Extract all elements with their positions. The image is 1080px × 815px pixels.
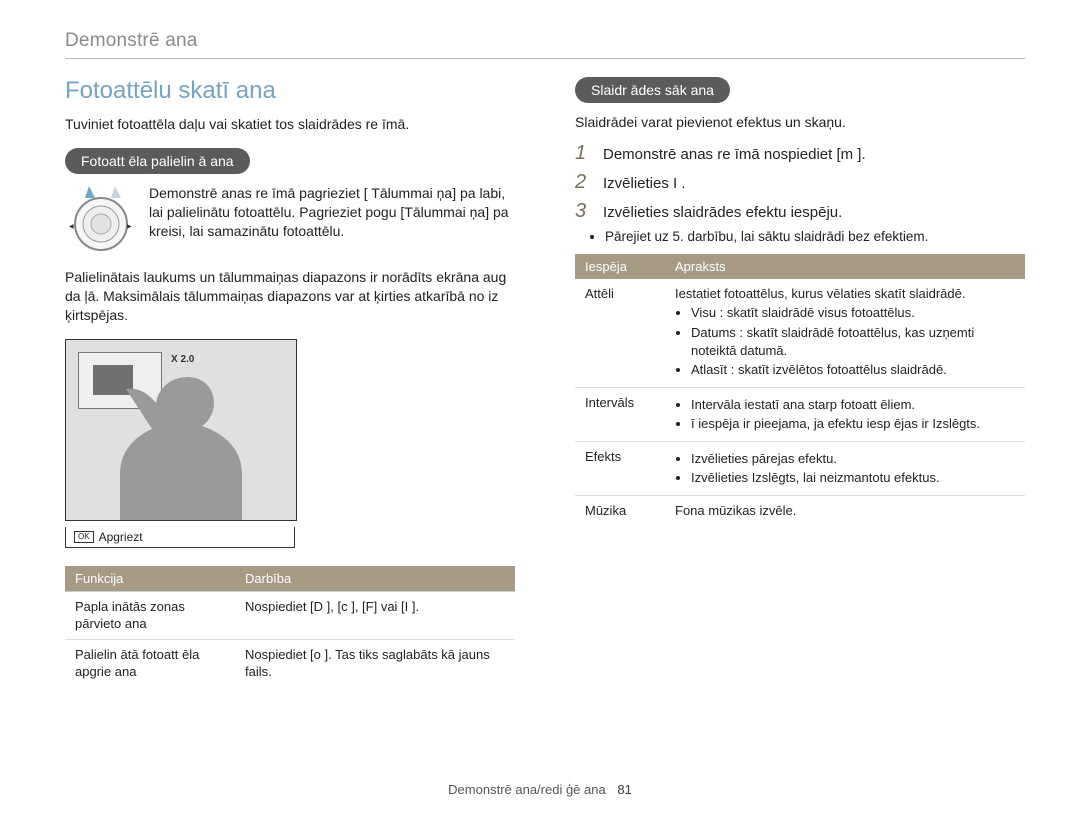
header-rule — [65, 58, 1025, 59]
section-title: Fotoattēlu skatī ana — [65, 77, 515, 105]
step-number: 1 — [575, 142, 589, 165]
cell-description: Fona mūzikas izvēle. — [665, 495, 1025, 525]
th-description: Apraksts — [665, 254, 1025, 279]
table-row: Palielin ātā fotoatt ēla apgrie ana Nosp… — [65, 639, 515, 687]
cell-function: Papla inātās zonas pārvieto ana — [65, 591, 235, 639]
slideshow-pill: Slaidr ādes sāk ana — [575, 77, 730, 103]
step-1: 1 Demonstrē anas re īmā nospiediet [m ]. — [575, 142, 1025, 165]
step-note: Pārejiet uz 5. darbību, lai sāktu slaidr… — [605, 229, 1025, 244]
cell-description: Izvēlieties pārejas efektu. Izvēlieties … — [665, 441, 1025, 495]
page-header: Demonstrē ana — [65, 30, 1025, 52]
page-footer: Demonstrē ana/redi ģē ana 81 — [0, 782, 1080, 797]
cell-description: Intervāla iestatī ana starp fotoatt ēlie… — [665, 387, 1025, 441]
step-text: Izvēlieties slaidrādes efektu iespēju. — [603, 202, 842, 223]
cell-option: Mūzika — [575, 495, 665, 525]
caption-text: Apgriezt — [99, 530, 143, 544]
table-row: Mūzika Fona mūzikas izvēle. — [575, 495, 1025, 525]
cell-action: Nospiediet [o ]. Tas tiks saglabāts kā j… — [235, 639, 515, 687]
function-table: Funkcija Darbība Papla inātās zonas pārv… — [65, 566, 515, 687]
table-row: Efekts Izvēlieties pārejas efektu. Izvēl… — [575, 441, 1025, 495]
cell-option: Efekts — [575, 441, 665, 495]
dial-instructions: Demonstrē anas re īmā pagrieziet [ Tālum… — [149, 184, 515, 241]
cell-option: Intervāls — [575, 387, 665, 441]
desc-lead: Fona mūzikas izvēle. — [675, 503, 796, 518]
th-function: Funkcija — [65, 566, 235, 592]
slideshow-intro: Slaidrādei varat pievienot efektus un sk… — [575, 113, 1025, 132]
step-number: 2 — [575, 171, 589, 194]
step-text: Izvēlieties I . — [603, 173, 686, 194]
zoom-indicator: X 2.0 — [171, 354, 194, 365]
preview-caption: OK Apgriezt — [65, 527, 295, 548]
intro-text: Tuviniet fotoattēla daļu vai skatiet tos… — [65, 115, 515, 134]
camera-dial-icon: ◀ ▶ — [65, 184, 137, 254]
left-column: Fotoattēlu skatī ana Tuviniet fotoattēla… — [65, 77, 515, 687]
right-column: Slaidr ādes sāk ana Slaidrādei varat pie… — [575, 77, 1025, 687]
list-item: Izvēlieties pārejas efektu. — [691, 450, 1015, 468]
list-item: Atlasīt : skatīt izvēlētos fotoattēlus s… — [691, 361, 1015, 379]
page-number: 81 — [617, 782, 631, 797]
step-2: 2 Izvēlieties I . — [575, 171, 1025, 194]
step-text: Demonstrē anas re īmā nospiediet [m ]. — [603, 144, 866, 165]
table-row: Attēli Iestatiet fotoattēlus, kurus vēla… — [575, 279, 1025, 387]
table-row: Papla inātās zonas pārvieto ana Nospiedi… — [65, 591, 515, 639]
footer-text: Demonstrē ana/redi ģē ana — [448, 782, 606, 797]
cell-description: Iestatiet fotoattēlus, kurus vēlaties sk… — [665, 279, 1025, 387]
silhouette-icon — [110, 365, 275, 520]
cell-function: Palielin ātā fotoatt ēla apgrie ana — [65, 639, 235, 687]
ok-icon: OK — [74, 531, 94, 543]
options-table: Iespēja Apraksts Attēli Iestatiet fotoat… — [575, 254, 1025, 525]
list-item: Datums : skatīt slaidrādē fotoattēlus, k… — [691, 324, 1015, 359]
step-number: 3 — [575, 200, 589, 223]
cell-option: Attēli — [575, 279, 665, 387]
cell-action: Nospiediet [D ], [c ], [F] vai [I ]. — [235, 591, 515, 639]
table-row: Intervāls Intervāla iestatī ana starp fo… — [575, 387, 1025, 441]
list-item: Izvēlieties Izslēgts, lai neizmantotu ef… — [691, 469, 1015, 487]
zoom-paragraph: Palielinātais laukums un tālummaiņas dia… — [65, 268, 515, 325]
step-note-list: Pārejiet uz 5. darbību, lai sāktu slaidr… — [605, 229, 1025, 244]
th-action: Darbība — [235, 566, 515, 592]
preview-frame: X 2.0 — [65, 339, 297, 521]
svg-text:◀: ◀ — [69, 224, 74, 230]
th-option: Iespēja — [575, 254, 665, 279]
svg-text:▶: ▶ — [127, 224, 132, 230]
list-item: ī iespēja ir pieejama, ja efektu iesp ēj… — [691, 415, 1015, 433]
list-item: Visu : skatīt slaidrādē visus fotoattēlu… — [691, 304, 1015, 322]
desc-lead: Iestatiet fotoattēlus, kurus vēlaties sk… — [675, 286, 965, 301]
list-item: Intervāla iestatī ana starp fotoatt ēlie… — [691, 396, 1015, 414]
step-3: 3 Izvēlieties slaidrādes efektu iespēju. — [575, 200, 1025, 223]
enlarge-pill: Fotoatt ēla palielin ā ana — [65, 148, 250, 174]
